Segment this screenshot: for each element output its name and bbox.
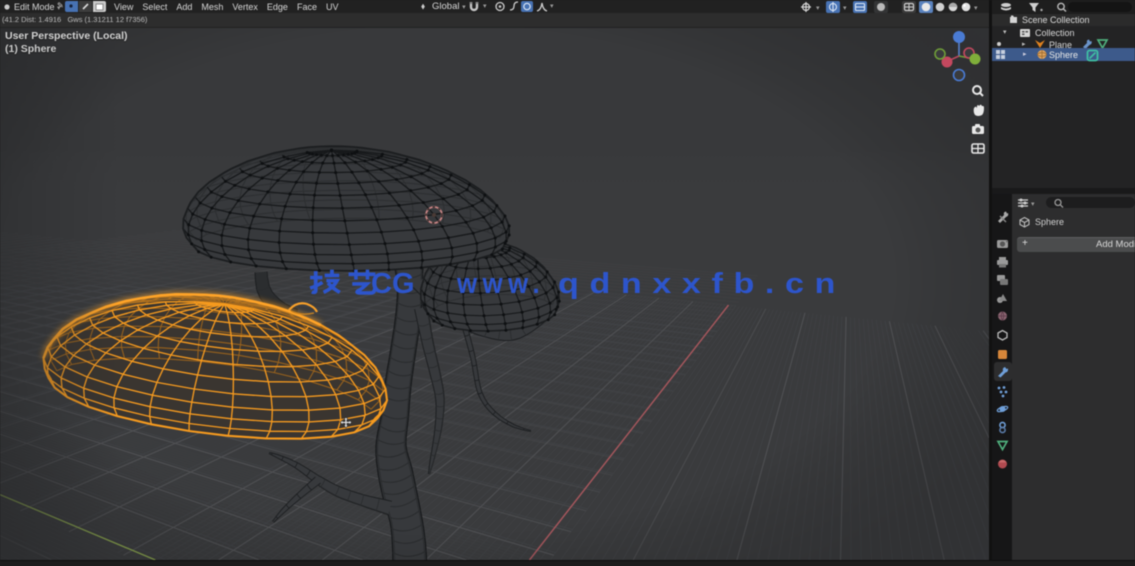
svg-text:▾: ▾ bbox=[816, 5, 820, 12]
svg-text:▾: ▾ bbox=[1031, 201, 1035, 208]
svg-text:CG: CG bbox=[371, 268, 415, 300]
svg-text:▾: ▾ bbox=[843, 5, 847, 12]
svg-text:qdnxxfb.cn: qdnxxfb.cn bbox=[558, 268, 846, 300]
svg-text:www.: www. bbox=[456, 268, 545, 300]
svg-text:▾: ▾ bbox=[974, 5, 978, 12]
